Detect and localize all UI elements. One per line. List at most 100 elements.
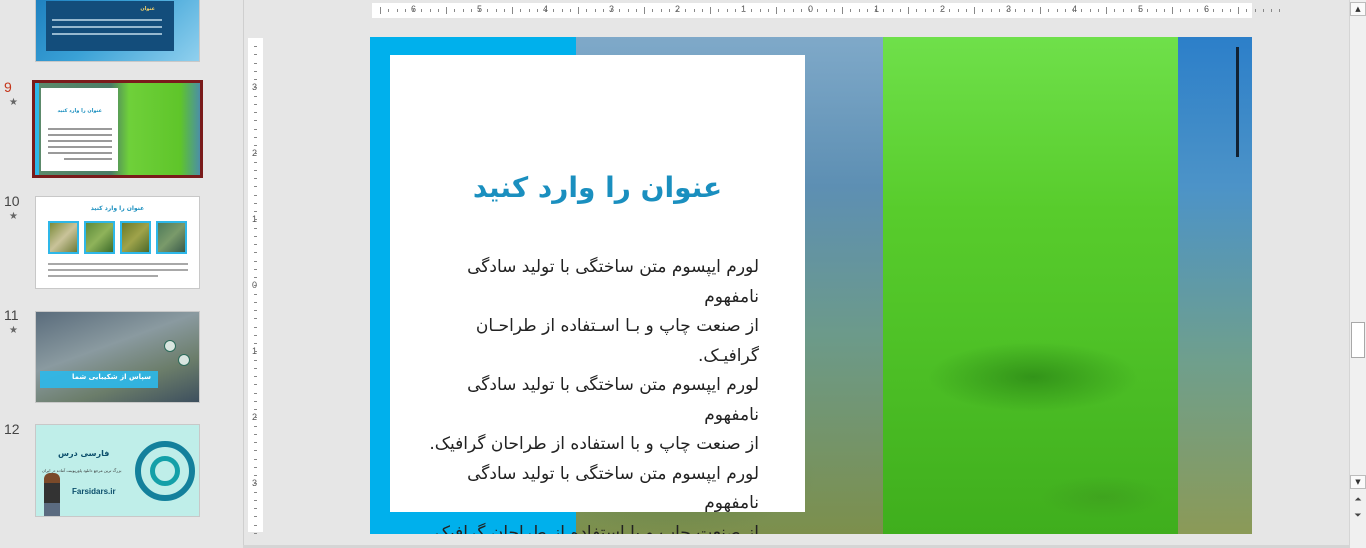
ruler-tick	[990, 9, 992, 12]
ruler-tick	[254, 202, 257, 204]
ruler-tick	[949, 9, 951, 12]
ruler-tick	[254, 145, 257, 146]
ruler-tick	[503, 9, 505, 12]
slide-thumbnail-9[interactable]: عنوان را وارد کنید	[32, 80, 203, 178]
text-card[interactable]: عنوان را وارد کنید لورم ایپسوم متن ساختگ…	[390, 55, 805, 534]
ruler-tick	[759, 9, 761, 12]
ruler-tick	[528, 9, 530, 12]
ruler-tick	[462, 9, 464, 12]
ruler-tick	[908, 7, 909, 14]
animation-star-icon: ★	[9, 97, 18, 108]
ruler-tick	[569, 9, 571, 12]
slide-thumbnail-8[interactable]: عنوان	[35, 0, 200, 62]
ruler-tick	[413, 9, 414, 12]
previous-slide-button[interactable]: ⏶	[1351, 494, 1365, 506]
ruler-tick	[891, 9, 893, 12]
ruler-tick	[254, 400, 257, 402]
ruler-tick	[254, 153, 257, 155]
thumbnail-photo	[84, 221, 115, 254]
ruler-tick	[817, 9, 819, 12]
ruler-tick	[254, 178, 257, 179]
ruler-tick	[254, 508, 257, 509]
lake-photo[interactable]	[1178, 37, 1252, 534]
ruler-tick	[254, 54, 257, 56]
ruler-tick	[1279, 9, 1281, 12]
scroll-thumb[interactable]	[1351, 322, 1365, 358]
slide-thumbnail-12[interactable]: فارسی درس بزرگ ترین مرجع دانلود پاورپوین…	[35, 424, 200, 517]
ruler-tick	[1130, 9, 1132, 12]
ruler-tick	[454, 9, 456, 12]
ruler-tick	[1221, 9, 1223, 12]
ruler-tick	[858, 9, 860, 12]
ruler-tick	[594, 9, 596, 12]
ruler-tick	[1238, 7, 1239, 14]
thumbnail-person-photo	[44, 473, 60, 516]
ruler-tick	[1180, 9, 1182, 12]
ruler-tick	[1205, 9, 1206, 12]
scroll-down-button[interactable]: ▼	[1350, 475, 1366, 489]
ruler-tick	[1163, 9, 1165, 12]
ruler-tick	[1139, 9, 1140, 12]
ruler-tick	[470, 9, 472, 12]
ruler-tick	[254, 433, 257, 435]
ruler-tick	[726, 9, 728, 12]
ruler-tick	[644, 7, 645, 14]
ruler-tick	[254, 87, 257, 89]
ruler-tick	[254, 136, 257, 138]
next-slide-button[interactable]: ⏷	[1351, 510, 1365, 522]
ruler-tick	[536, 9, 538, 12]
ruler-tick	[1023, 9, 1025, 12]
slide-number-11: 11	[4, 307, 19, 323]
ruler-tick	[784, 9, 786, 12]
ruler-tick	[751, 9, 753, 12]
ruler-tick	[561, 9, 563, 12]
thumbnail-text-line	[48, 134, 112, 136]
slide-thumbnail-10[interactable]: عنوان را وارد کنید	[35, 196, 200, 289]
thumbnail-text-line	[64, 158, 112, 160]
slide-canvas[interactable]: عنوان را وارد کنید لورم ایپسوم متن ساختگ…	[370, 37, 1252, 534]
ruler-tick	[677, 9, 678, 12]
farsidars-logo-inner	[150, 456, 180, 486]
ruler-tick	[380, 7, 381, 14]
ruler-tick	[957, 9, 959, 12]
ruler-tick	[421, 9, 423, 12]
ruler-tick	[254, 450, 257, 452]
ruler-tick	[611, 9, 612, 12]
slide-body-text[interactable]: لورم ایپسوم متن ساختگی با تولید سادگی نا…	[420, 253, 759, 534]
ruler-tick	[254, 161, 257, 163]
ruler-tick	[668, 9, 670, 12]
ruler-tick	[254, 46, 257, 47]
thumbnail-title: عنوان را وارد کنید	[57, 108, 102, 114]
ruler-tick	[1097, 9, 1099, 12]
ruler-tick	[578, 7, 579, 14]
ruler-tick	[254, 260, 257, 262]
ruler-tick	[743, 9, 744, 12]
ruler-tick	[685, 9, 687, 12]
ruler-tick	[388, 9, 390, 12]
ruler-tick	[833, 9, 835, 12]
ruler-tick	[254, 392, 257, 394]
editor-scrollbar[interactable]: ▲ ▼ ⏶ ⏷	[1349, 0, 1366, 548]
ruler-tick	[586, 9, 588, 12]
ruler-tick	[1196, 9, 1198, 12]
thumbnail-brand: فارسی درس	[58, 449, 110, 458]
ruler-tick	[1271, 9, 1272, 12]
ruler-tick	[254, 351, 257, 353]
ruler-tick	[254, 409, 257, 410]
slide-title[interactable]: عنوان را وارد کنید	[390, 171, 805, 204]
ruler-tick	[254, 244, 257, 245]
ruler-tick	[800, 9, 802, 12]
ruler-tick	[254, 211, 257, 212]
ruler-tick	[1040, 7, 1041, 14]
photo-detail	[1236, 47, 1239, 157]
slide-thumbnail-11[interactable]: سپاس از شکیبایی شما	[35, 311, 200, 403]
ruler-tick	[1122, 9, 1124, 12]
algae-photo[interactable]	[883, 37, 1178, 534]
ruler-tick	[1007, 9, 1008, 12]
ruler-tick	[1031, 9, 1033, 12]
ruler-tick	[982, 9, 984, 12]
ruler-tick	[693, 9, 695, 12]
ruler-tick	[924, 9, 926, 12]
ruler-tick	[916, 9, 918, 12]
scroll-up-button[interactable]: ▲	[1350, 2, 1366, 16]
